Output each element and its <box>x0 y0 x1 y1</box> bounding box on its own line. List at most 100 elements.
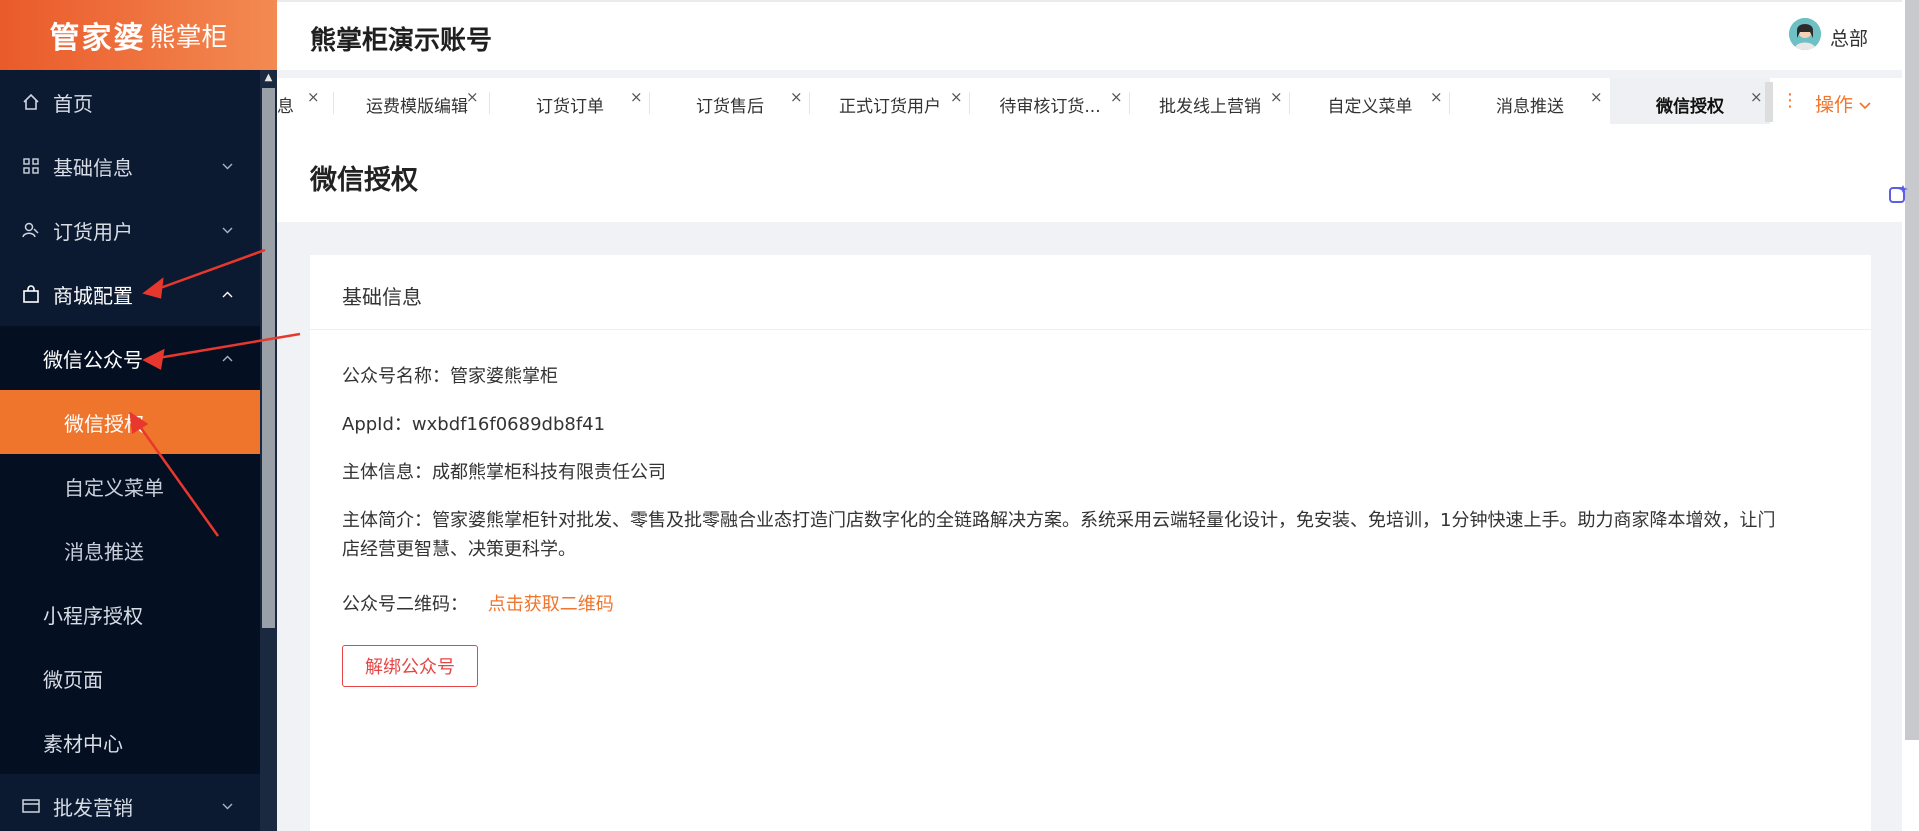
tab-wechat-auth[interactable]: 微信授权 × <box>1610 78 1770 124</box>
close-icon[interactable]: × <box>307 88 320 106</box>
sidebar-item-miniprogram-auth[interactable]: 小程序授权 <box>0 582 260 646</box>
field-value-continued: 店经营更智慧、决策更科学。 <box>342 539 576 560</box>
chevron-down-icon <box>222 803 233 809</box>
sidebar-item-label: 小程序授权 <box>43 603 143 628</box>
home-icon <box>22 93 40 111</box>
tab-label: 消息推送 <box>1496 97 1564 117</box>
sidebar: 管家婆 熊掌柜 首页 基础信息 订货用户 商城配置 微信公众号 微信授权 自定义… <box>0 0 277 831</box>
chevron-down-icon <box>222 227 233 233</box>
tab-wholesale-online[interactable]: 批发线上营销 × <box>1130 78 1290 124</box>
sidebar-item-material-center[interactable]: 素材中心 <box>0 710 260 774</box>
sidebar-item-message-push[interactable]: 消息推送 <box>0 518 260 582</box>
card-title: 基础信息 <box>342 285 422 309</box>
user-name[interactable]: 总部 <box>1830 24 1868 51</box>
official-account-name-row: 公众号名称：管家婆熊掌柜 <box>342 362 558 391</box>
tab-formal-users[interactable]: 正式订货用户 × <box>810 78 970 124</box>
sidebar-item-home[interactable]: 首页 <box>0 70 260 134</box>
sidebar-item-label: 微信公众号 <box>43 347 143 372</box>
sidebar-item-label: 消息推送 <box>64 539 144 564</box>
assistant-icon[interactable] <box>1887 183 1911 207</box>
sidebar-item-label: 订货用户 <box>53 219 133 244</box>
tab-label: 微信授权 <box>1656 97 1724 117</box>
sidebar-item-order-users[interactable]: 订货用户 <box>0 198 260 262</box>
tab-pending-review[interactable]: 待审核订货... × <box>970 78 1130 124</box>
sidebar-item-label: 微页面 <box>43 667 103 692</box>
field-value: 管家婆熊掌柜针对批发、零售及批零融合业态打造门店数字化的全链路解决方案。系统采用… <box>432 510 1776 531</box>
close-icon[interactable]: × <box>1430 88 1443 106</box>
tab-label: 订货订单 <box>536 97 604 117</box>
close-icon[interactable]: × <box>1590 88 1603 106</box>
tab-custom-menu[interactable]: 自定义菜单 × <box>1290 78 1450 124</box>
sidebar-item-label: 素材中心 <box>43 731 123 756</box>
more-icon[interactable]: ⋮ <box>1781 90 1799 111</box>
field-label: 公众号二维码： <box>342 594 468 615</box>
get-qr-code-link[interactable]: 点击获取二维码 <box>488 594 614 615</box>
close-icon[interactable]: × <box>950 88 963 106</box>
logo-brand: 管家婆 <box>49 21 146 56</box>
intro-row: 主体简介：管家婆熊掌柜针对批发、零售及批零融合业态打造门店数字化的全链路解决方案… <box>342 506 1842 564</box>
tab-freight-template-edit[interactable]: 运费模版编辑 × <box>337 78 497 124</box>
close-icon[interactable]: × <box>790 88 803 106</box>
sidebar-item-micro-page[interactable]: 微页面 <box>0 646 260 710</box>
tab-label: 待审核订货... <box>999 97 1101 117</box>
logo[interactable]: 管家婆 熊掌柜 <box>0 0 277 70</box>
field-label: 公众号名称： <box>342 366 450 387</box>
close-icon[interactable]: × <box>630 88 643 106</box>
close-icon[interactable]: × <box>1750 88 1763 106</box>
sidebar-item-custom-menu[interactable]: 自定义菜单 <box>0 454 260 518</box>
sidebar-item-label: 自定义菜单 <box>64 475 164 500</box>
tab-label: 订货售后 <box>696 97 764 117</box>
chevron-up-icon <box>222 291 233 297</box>
tab-order[interactable]: 订货订单 × <box>490 78 650 124</box>
close-icon[interactable]: × <box>466 88 479 106</box>
account-title: 熊掌柜演示账号 <box>310 26 493 56</box>
chevron-down-icon <box>1859 102 1871 110</box>
tab-label: 批发线上营销 <box>1159 97 1261 117</box>
chevron-up-icon <box>222 355 233 361</box>
sidebar-item-wholesale-marketing[interactable]: 批发营销 <box>0 774 260 831</box>
sidebar-item-basic-info[interactable]: 基础信息 <box>0 134 260 198</box>
avatar[interactable] <box>1789 18 1821 50</box>
sidebar-item-label: 商城配置 <box>53 283 133 308</box>
page-scrollbar-thumb[interactable] <box>1905 0 1919 740</box>
close-icon[interactable]: × <box>1110 88 1123 106</box>
tab-label: 正式订货用户 <box>839 97 941 117</box>
sidebar-item-label: 基础信息 <box>53 155 133 180</box>
field-label: 主体信息： <box>342 462 432 483</box>
qr-code-row: 公众号二维码： 点击获取二维码 <box>342 590 614 619</box>
tab-label: 自定义菜单 <box>1327 97 1413 117</box>
users-icon <box>22 221 40 239</box>
top-header: 熊掌柜演示账号 总部 <box>277 0 1919 70</box>
chevron-down-icon <box>222 163 233 169</box>
tab-message-push[interactable]: 消息推送 × <box>1450 78 1610 124</box>
sidebar-item-mall-config[interactable]: 商城配置 <box>0 262 260 326</box>
field-label: AppId： <box>342 414 412 435</box>
tab-after-sale[interactable]: 订货售后 × <box>650 78 810 124</box>
page-header: 微信授权 <box>277 124 1902 222</box>
scroll-up-icon[interactable]: ▲ <box>262 70 275 86</box>
card-icon <box>22 797 40 815</box>
sidebar-scroll-thumb[interactable] <box>262 88 275 628</box>
grid-icon <box>22 157 40 175</box>
sidebar-item-wechat-auth[interactable]: 微信授权 <box>0 390 260 454</box>
unbind-official-account-button[interactable]: 解绑公众号 <box>342 645 478 687</box>
operations-label: 操作 <box>1815 94 1854 116</box>
sidebar-submenu: 微信公众号 微信授权 自定义菜单 消息推送 小程序授权 微页面 素材中心 <box>0 326 260 774</box>
sidebar-item-label: 首页 <box>53 91 93 116</box>
tab-overflow-edge <box>1765 82 1773 122</box>
field-value: wxbdf16f0689db8f41 <box>411 414 606 435</box>
field-value: 管家婆熊掌柜 <box>450 366 558 387</box>
sidebar-item-wechat-official[interactable]: 微信公众号 <box>0 326 260 390</box>
operations-dropdown[interactable]: 操作 <box>1815 90 1871 117</box>
field-label: 主体简介： <box>342 510 432 531</box>
sidebar-item-label: 微信授权 <box>64 411 144 436</box>
tab-separator <box>333 92 334 114</box>
card-header: 基础信息 <box>310 255 1871 330</box>
sidebar-item-label: 批发营销 <box>53 795 133 820</box>
page-title: 微信授权 <box>310 165 418 196</box>
logo-sub: 熊掌柜 <box>149 22 228 53</box>
close-icon[interactable]: × <box>1270 88 1283 106</box>
tab-partial[interactable]: 息 × <box>277 78 327 124</box>
field-value: 成都熊掌柜科技有限责任公司 <box>432 462 666 483</box>
tab-bar: 息 × 运费模版编辑 × 订货订单 × 订货售后 × 正式订货用户 × 待审核订… <box>277 72 1902 124</box>
